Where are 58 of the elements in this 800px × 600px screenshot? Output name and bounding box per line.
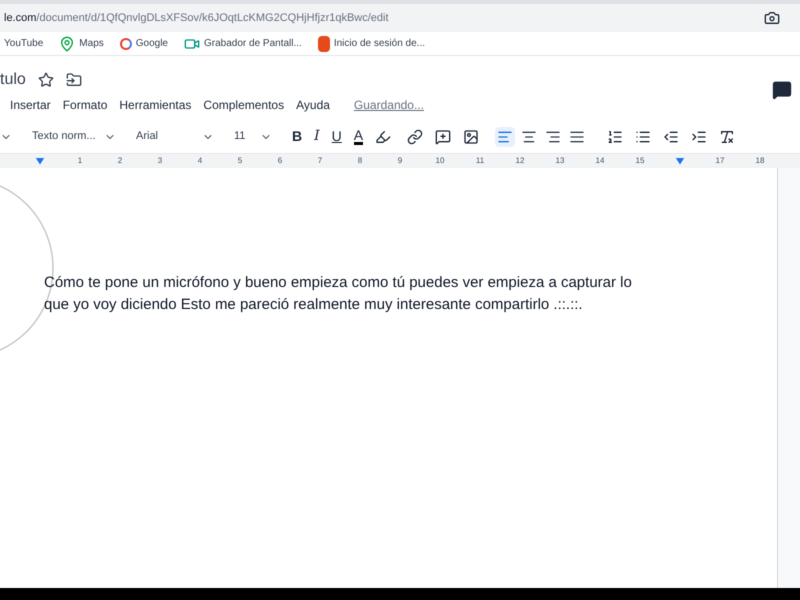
menu-item[interactable]: Insertar <box>10 96 51 114</box>
clear-formatting-icon[interactable] <box>719 128 736 144</box>
indent-marker-icon[interactable] <box>36 158 44 164</box>
ruler-number: 5 <box>238 155 242 167</box>
ruler-number: 18 <box>756 155 764 167</box>
add-comment-icon[interactable] <box>435 128 452 144</box>
numbered-list-icon[interactable] <box>607 128 624 144</box>
ruler-number: 15 <box>636 155 644 167</box>
bookmark-link[interactable]: Google <box>136 36 168 51</box>
menu-item[interactable]: Formato <box>62 96 108 114</box>
g-icon <box>120 38 132 50</box>
bookmark-link[interactable]: YouTube <box>4 36 44 51</box>
ruler-number: 10 <box>436 155 444 167</box>
bookmark-link[interactable]: Maps <box>79 36 104 51</box>
ruler-number: 6 <box>278 155 282 167</box>
align-button[interactable] <box>495 126 516 146</box>
ruler-number: 12 <box>516 155 524 167</box>
url-path: /document/d/1QfQnvlgDLsXFSov/k6JOqtLcKMG2CQHjHfjzr1qkBwc/edit <box>36 10 389 26</box>
pin-icon <box>59 36 76 52</box>
bookmark-link[interactable]: Inicio de sesión de... <box>334 36 426 51</box>
ruler-number: 17 <box>716 155 724 167</box>
star-icon[interactable] <box>38 72 54 88</box>
format-button[interactable]: U <box>332 126 342 147</box>
folder-icon[interactable] <box>66 72 82 88</box>
menu-item[interactable]: Herramientas <box>119 96 192 114</box>
link-icon[interactable] <box>407 128 424 144</box>
format-button[interactable]: B <box>292 126 302 147</box>
url-domain: le.com <box>4 10 36 26</box>
bookmark-link[interactable]: Grabador de Pantall... <box>204 36 302 51</box>
ruler-number: 11 <box>476 155 484 167</box>
save-status[interactable]: Guardando... <box>354 96 424 114</box>
format-button[interactable]: I <box>314 126 320 147</box>
menu-item[interactable]: Ayuda <box>296 96 330 114</box>
size-dropdown[interactable]: 11 <box>222 128 272 145</box>
style-dropdown[interactable]: Texto norm... <box>20 128 116 145</box>
image-icon[interactable] <box>463 128 480 144</box>
increase-indent-icon[interactable] <box>691 128 708 144</box>
ruler-number: 1 <box>78 155 82 167</box>
ruler-number: 4 <box>198 155 202 167</box>
document-title[interactable]: tulo <box>0 68 26 92</box>
comment-icon[interactable] <box>772 80 792 100</box>
indent-marker-icon[interactable] <box>676 158 684 164</box>
ruler-number: 3 <box>158 155 162 167</box>
format-button[interactable]: A <box>354 128 364 145</box>
ruler-number: 13 <box>556 155 564 167</box>
decrease-indent-icon[interactable] <box>663 128 680 144</box>
office-icon <box>318 36 330 52</box>
font-dropdown[interactable]: Arial <box>124 128 214 145</box>
ruler-number: 2 <box>118 155 122 167</box>
ruler-number: 14 <box>596 155 604 167</box>
ruler-number: 8 <box>358 155 362 167</box>
bulleted-list-icon[interactable] <box>635 128 652 144</box>
highlighter-icon[interactable] <box>375 128 392 144</box>
ruler-number: 7 <box>318 155 322 167</box>
document-text[interactable]: Cómo te pone un micrófono y bueno empieza como tú puedes ver empieza a capturar lo que yo voy diciendo Esto me pareció realmente muy interesante compartirlo .::.::. <box>44 272 656 316</box>
camera-icon[interactable] <box>764 10 780 26</box>
ruler-number: 9 <box>398 155 402 167</box>
menu-item[interactable]: Complementos <box>203 96 284 114</box>
